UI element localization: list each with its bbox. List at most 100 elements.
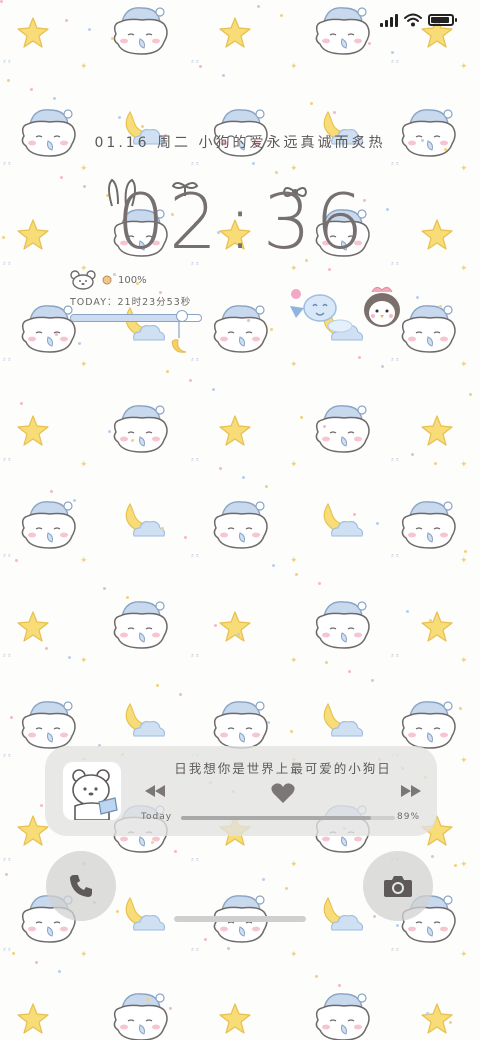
penguin-sticker: [364, 286, 400, 327]
star-sticker: [421, 1003, 453, 1034]
confetti-dot: [257, 5, 260, 8]
confetti-dot: [111, 37, 114, 40]
confetti-dot: [45, 647, 48, 650]
star-sticker: [219, 611, 251, 642]
zzz-mark: ᶻᶻ: [2, 260, 12, 269]
confetti-dot: [35, 961, 38, 964]
confetti-dot: [265, 485, 268, 488]
sparkle-mark: ✦: [460, 556, 468, 566]
confetti-dot: [174, 850, 177, 853]
confetti-dot: [454, 864, 457, 867]
star-sticker: [219, 415, 251, 446]
confetti-dot: [368, 42, 371, 45]
confetti-dot: [371, 679, 374, 682]
confetti-dot: [315, 975, 318, 978]
sleepy-puppy-sticker: [113, 993, 168, 1040]
star-sticker: [17, 1003, 49, 1034]
home-indicator[interactable]: [174, 916, 306, 922]
confetti-dot: [0, 0, 3, 3]
confetti-dot: [280, 14, 283, 17]
moon-cloud-sticker: [125, 502, 166, 537]
confetti-dot: [166, 370, 169, 373]
zzz-mark: ᶻᶻ: [2, 160, 12, 169]
confetti-dot: [406, 610, 409, 613]
confetti-dot: [151, 841, 154, 844]
confetti-dot: [25, 245, 28, 248]
sleepy-puppy-sticker: [315, 601, 370, 649]
sleepy-puppy-sticker: [401, 501, 456, 549]
confetti-dot: [411, 453, 414, 456]
confetti-dot: [429, 619, 432, 622]
confetti-dot: [242, 476, 245, 479]
confetti-dot: [116, 910, 119, 913]
confetti-dot: [10, 716, 13, 719]
confetti-dot: [20, 402, 23, 405]
phone-button[interactable]: [46, 851, 116, 921]
sparkle-mark: ✦: [290, 950, 298, 960]
zzz-mark: ᶻᶻ: [390, 652, 400, 661]
confetti-dot: [7, 79, 10, 82]
star-sticker: [421, 611, 453, 642]
sleepy-puppy-sticker: [213, 305, 268, 353]
previous-track-icon[interactable]: [145, 785, 165, 797]
zzz-mark: ᶻᶻ: [390, 356, 400, 365]
sleepy-puppy-sticker: [21, 501, 76, 549]
moon-cloud-sticker: [125, 896, 166, 931]
battery-level-track: [70, 310, 202, 322]
sleepy-puppy-sticker: [113, 601, 168, 649]
confetti-dot: [323, 425, 326, 428]
sparkle-mark: ✦: [460, 360, 468, 370]
confetti-dot: [161, 527, 164, 530]
music-widget[interactable]: 日我想你是世界上最可爱的小狗日 Today 89%: [45, 746, 437, 836]
star-sticker: [17, 17, 49, 48]
confetti-dot: [290, 730, 293, 733]
confetti-dot: [2, 236, 5, 239]
confetti-dot: [310, 102, 313, 105]
zzz-mark: ᶻᶻ: [2, 58, 12, 67]
progress-bar[interactable]: [181, 816, 395, 820]
date-line: 01.16 周二 小狗的爱永远真诚而炙热: [94, 135, 386, 151]
confetti-dot: [376, 522, 379, 525]
confetti-dot: [156, 684, 159, 687]
moon-cloud-sticker: [323, 702, 364, 737]
clock-hours: 02: [116, 176, 222, 266]
sparkle-mark: ✦: [290, 860, 298, 870]
signal-bars-icon: [380, 13, 398, 27]
camera-icon: [384, 876, 412, 897]
playback-controls: [141, 780, 425, 806]
confetti-dot: [426, 1012, 429, 1015]
confetti-dot: [272, 564, 275, 567]
confetti-dot: [237, 633, 240, 636]
zzz-mark: ᶻᶻ: [390, 552, 400, 561]
battery-level-knob: [175, 310, 188, 322]
battery-widget[interactable]: 100% TODAY：21时23分53秒: [70, 270, 210, 360]
blue-bird-sticker: [290, 289, 352, 333]
album-cover[interactable]: [61, 760, 123, 822]
bear-reading-icon: [72, 769, 118, 820]
heart-icon[interactable]: [271, 782, 295, 804]
zzz-mark: ᶻᶻ: [190, 552, 200, 561]
confetti-dot: [373, 915, 376, 918]
confetti-dot: [469, 393, 472, 396]
star-sticker: [219, 17, 251, 48]
camera-button[interactable]: [363, 851, 433, 921]
confetti-dot: [358, 356, 361, 359]
sleepy-puppy-sticker: [113, 405, 168, 453]
sleepy-puppy-sticker: [401, 305, 456, 353]
moon-cloud-sticker: [125, 702, 166, 737]
sparkle-mark: ✦: [80, 460, 88, 470]
zzz-mark: ᶻᶻ: [390, 946, 400, 955]
confetti-dot: [204, 938, 207, 941]
confetti-dot: [214, 624, 217, 627]
song-title: 日我想你是世界上最可爱的小狗日: [174, 761, 392, 776]
confetti-dot: [55, 333, 58, 336]
sparkle-mark: ✦: [460, 460, 468, 470]
zzz-mark: ᶻᶻ: [2, 552, 12, 561]
zzz-mark: ᶻᶻ: [190, 946, 200, 955]
sparkle-mark: ✦: [290, 360, 298, 370]
star-sticker: [421, 219, 453, 250]
confetti-dot: [381, 365, 384, 368]
next-track-icon[interactable]: [401, 785, 421, 797]
zzz-mark: ᶻᶻ: [390, 160, 400, 169]
sparkle-mark: ✦: [290, 656, 298, 666]
